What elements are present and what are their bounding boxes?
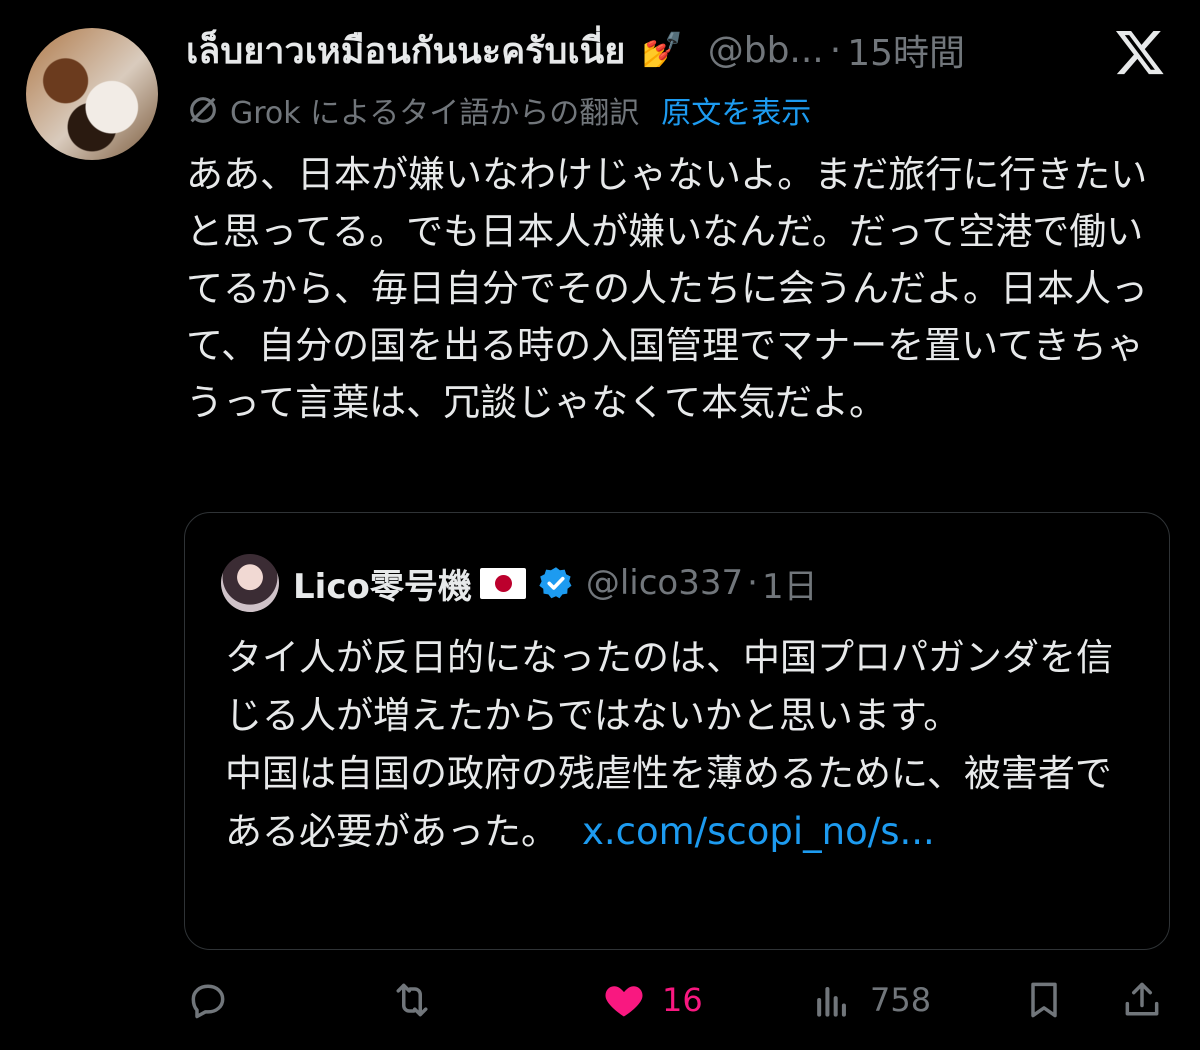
- share-icon: [1125, 982, 1159, 1016]
- action-bar: 16 758: [186, 970, 1166, 1030]
- japan-flag-icon: [479, 567, 526, 599]
- verified-badge-icon: [539, 567, 572, 599]
- heart-icon: [605, 986, 643, 1017]
- repost-icon: [396, 983, 428, 1017]
- show-original-link[interactable]: 原文を表示: [661, 88, 811, 132]
- repost-button[interactable]: [390, 970, 434, 1030]
- like-count: 16: [662, 981, 703, 1019]
- grok-icon: [190, 97, 216, 123]
- nail-polish-emoji: 💅: [641, 30, 684, 70]
- quoted-author-avatar[interactable]: [221, 554, 279, 612]
- quoted-author-handle[interactable]: @lico337: [586, 563, 743, 603]
- author-avatar[interactable]: [26, 28, 158, 160]
- view-count: 758: [870, 981, 932, 1019]
- share-button[interactable]: [1120, 970, 1164, 1030]
- quoted-post-time[interactable]: 1日: [762, 559, 818, 608]
- views-button[interactable]: 758: [810, 970, 931, 1030]
- views-icon: [817, 986, 846, 1017]
- bookmark-button[interactable]: [1022, 970, 1066, 1030]
- header-separator: ·: [829, 29, 842, 71]
- post-body: ああ、日本が嫌いなわけじゃないよ。まだ旅行に行きたいと思ってる。でも日本人が嫌い…: [186, 153, 1148, 424]
- quoted-header-separator: ·: [747, 563, 758, 603]
- reply-icon: [191, 984, 225, 1019]
- author-handle[interactable]: @bb...: [708, 30, 824, 71]
- quoted-body-paragraph-1: タイ人が反日的になったのは、中国プロパガンダを信じる人が増えたからではないかと思…: [225, 636, 1113, 737]
- post-time[interactable]: 15時間: [847, 24, 965, 76]
- quoted-author-name[interactable]: Lico零号機: [293, 559, 472, 608]
- bookmark-icon: [1031, 982, 1057, 1018]
- post-header: เล็บยาวเหมือนกันนะครับเนี่ย 💅 @bb... · 1…: [186, 22, 1180, 78]
- quoted-post-card[interactable]: Lico零号機 @lico337 · 1日 タイ人が反日的になったのは、中国プロ…: [184, 512, 1170, 950]
- translation-note: Grok によるタイ語からの翻訳: [230, 96, 640, 131]
- x-logo-icon[interactable]: [1114, 26, 1166, 78]
- like-button[interactable]: 16: [602, 970, 703, 1030]
- quoted-post-link[interactable]: x.com/scopi_no/s...: [582, 810, 935, 853]
- author-display-name[interactable]: เล็บยาวเหมือนกันนะครับเนี่ย: [186, 22, 625, 79]
- quoted-body-paragraph-2: 中国は自国の政府の残虐性を薄めるために、被害者である必要があった。 x.com/s…: [225, 745, 1145, 861]
- reply-button[interactable]: [186, 970, 230, 1030]
- quoted-post-body: タイ人が反日的になったのは、中国プロパガンダを信じる人が増えたからではないかと思…: [225, 629, 1145, 861]
- quoted-post-header: Lico零号機 @lico337 · 1日: [221, 553, 818, 613]
- translation-row: Grok によるタイ語からの翻訳 原文を表示: [186, 88, 811, 132]
